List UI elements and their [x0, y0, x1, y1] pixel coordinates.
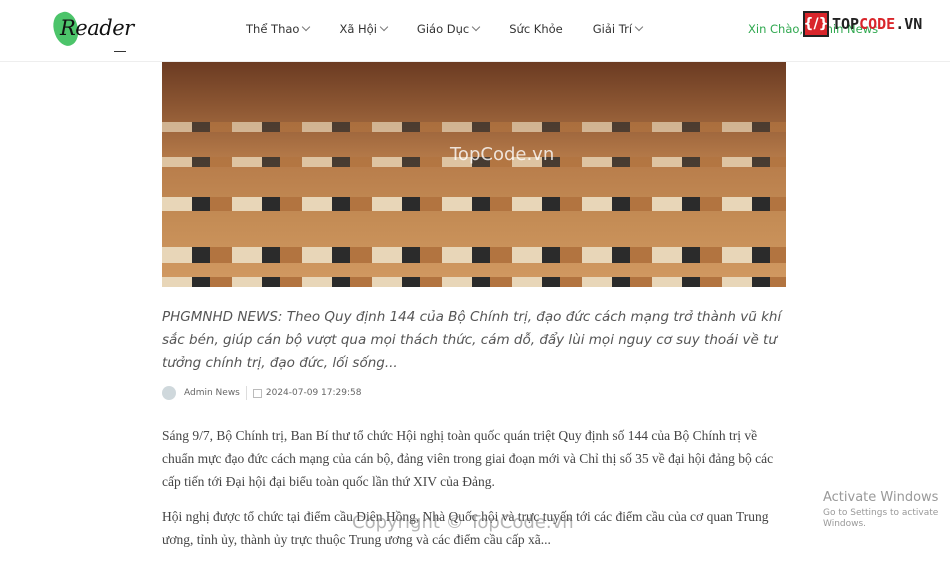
publish-date: 2024-07-09 17:29:58 — [265, 388, 362, 398]
author-avatar — [162, 386, 176, 400]
topcode-watermark-logo: {/} TOPCODE.VN — [803, 11, 922, 37]
divider — [245, 386, 247, 400]
article-image — [162, 62, 786, 287]
article-body: Sáng 9/7, Bộ Chính trị, Ban Bí thư tổ ch… — [162, 424, 792, 563]
nav-label: Giáo Dục — [416, 22, 470, 36]
nav-label: Xã Hội — [339, 22, 377, 36]
code-brackets-icon: {/} — [803, 11, 829, 37]
author-name[interactable]: Admin News — [184, 388, 240, 398]
paragraph: Sáng 9/7, Bộ Chính trị, Ban Bí thư tổ ch… — [162, 428, 774, 489]
nav-label: Giải Trí — [592, 22, 633, 36]
chevron-down-icon — [634, 22, 644, 32]
nav-giao-duc[interactable]: Giáo Dục — [416, 22, 481, 36]
copyright-watermark: Copyright © TopCode.vn — [352, 512, 574, 533]
chevron-down-icon — [379, 22, 389, 32]
chevron-down-icon — [471, 22, 481, 32]
article-meta: Admin News 2024-07-09 17:29:58 — [162, 386, 361, 400]
nav-label: Thể Thao — [246, 22, 300, 36]
chevron-down-icon — [302, 22, 311, 32]
calendar-icon — [252, 388, 262, 398]
reader-logo[interactable]: Reader — [48, 8, 134, 52]
logo-text: Reader — [60, 16, 134, 40]
article-lead: PHGMNHD NEWS: Theo Quy định 144 của Bộ C… — [162, 309, 782, 371]
logo-underline — [114, 51, 126, 52]
nav-suc-khoe[interactable]: Sức Khỏe — [509, 22, 563, 36]
topcode-logo-text: TOPCODE.VN — [832, 15, 923, 33]
main-nav: Thể Thao Xã Hội Giáo Dục Sức Khỏe Giải T… — [246, 22, 672, 36]
activate-windows-notice: Activate Windows Go to Settings to activ… — [823, 490, 948, 530]
nav-xa-hoi[interactable]: Xã Hội — [339, 22, 389, 36]
image-watermark: TopCode.vn — [450, 144, 555, 165]
nav-the-thao[interactable]: Thể Thao — [246, 22, 311, 36]
nav-label: Sức Khỏe — [509, 22, 563, 36]
activate-subtitle: Go to Settings to activate Windows. — [823, 508, 939, 529]
nav-giai-tri[interactable]: Giải Trí — [592, 22, 644, 36]
activate-title: Activate Windows — [823, 490, 939, 505]
